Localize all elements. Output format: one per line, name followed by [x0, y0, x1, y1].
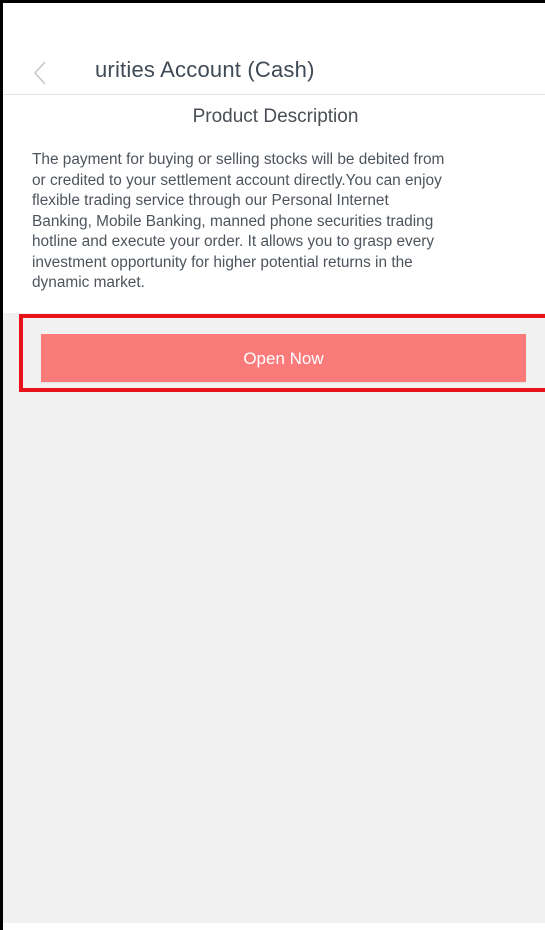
- content-background: [3, 313, 545, 923]
- description-line: dynamic market.: [32, 274, 145, 291]
- section-heading: Product Description: [192, 106, 359, 127]
- description-line: flexible trading service through our Per…: [32, 192, 389, 209]
- nav-header: urities Account (Cash): [3, 3, 545, 95]
- chevron-left-icon: [33, 61, 46, 85]
- page-title: urities Account (Cash): [95, 57, 315, 82]
- description-line: The payment for buying or selling stocks…: [32, 151, 445, 168]
- description-line: investment opportunity for higher potent…: [32, 253, 413, 271]
- back-button[interactable]: [27, 55, 57, 91]
- bottom-edge: [3, 923, 545, 930]
- open-now-button[interactable]: Open Now: [41, 334, 526, 382]
- product-description: The payment for buying or selling stocks…: [32, 150, 545, 294]
- description-line: hotline and execute your order. It allow…: [32, 233, 435, 250]
- description-line: or credited to your settlement account d…: [32, 171, 442, 189]
- description-line: Banking, Mobile Banking, manned phone se…: [32, 212, 434, 230]
- app-screen: urities Account (Cash) Product Descripti…: [0, 0, 545, 930]
